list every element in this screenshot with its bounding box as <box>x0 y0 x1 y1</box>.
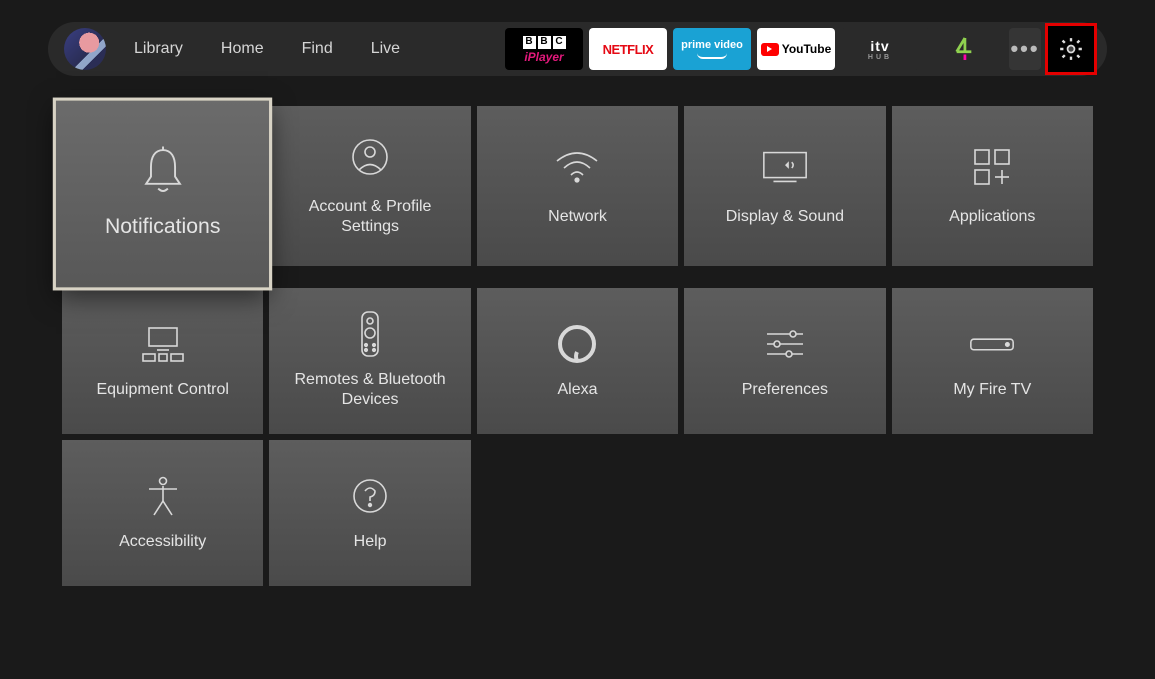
profile-avatar[interactable] <box>64 28 106 70</box>
app-prime-video[interactable]: prime video <box>673 28 751 70</box>
tile-label: Alexa <box>545 380 609 400</box>
nav-links: Library Home Find Live <box>134 40 400 58</box>
app-channel4[interactable] <box>925 28 1003 70</box>
tile-equipment-control[interactable]: Equipment Control <box>62 288 263 434</box>
tile-help[interactable]: Help <box>269 440 470 586</box>
tile-accessibility[interactable]: Accessibility <box>62 440 263 586</box>
app-shortcuts: BBC iPlayer NETFLIX prime video YouTube … <box>505 28 1041 70</box>
tile-my-fire-tv[interactable]: My Fire TV <box>892 288 1093 434</box>
apps-icon <box>967 145 1017 189</box>
accessibility-icon <box>138 474 188 518</box>
app-more-button[interactable]: ••• <box>1009 28 1041 70</box>
tile-preferences[interactable]: Preferences <box>684 288 885 434</box>
tile-label: My Fire TV <box>941 380 1043 400</box>
app-youtube[interactable]: YouTube <box>757 28 835 70</box>
top-nav-bar: Library Home Find Live BBC iPlayer NETFL… <box>48 22 1107 76</box>
app-bbc-iplayer[interactable]: BBC iPlayer <box>505 28 583 70</box>
tile-label: Equipment Control <box>84 380 241 400</box>
tile-display-sound[interactable]: Display & Sound <box>684 106 885 266</box>
nav-library[interactable]: Library <box>134 40 183 58</box>
tile-label: Accessibility <box>107 532 218 552</box>
bell-icon <box>136 148 189 195</box>
app-itv-hub[interactable]: itvHUB <box>841 28 919 70</box>
tile-remotes-bluetooth[interactable]: Remotes & Bluetooth Devices <box>269 288 470 434</box>
settings-grid: Notifications Account & Profile Settings… <box>62 106 1093 586</box>
tile-label: Applications <box>937 207 1047 227</box>
tile-alexa[interactable]: Alexa <box>477 288 678 434</box>
help-icon <box>345 474 395 518</box>
tile-label: Display & Sound <box>714 207 856 227</box>
equipment-icon <box>138 322 188 366</box>
nav-live[interactable]: Live <box>371 40 400 58</box>
tile-applications[interactable]: Applications <box>892 106 1093 266</box>
alexa-icon <box>552 322 602 366</box>
tile-label: Help <box>342 532 399 552</box>
wifi-icon <box>552 145 602 189</box>
nav-find[interactable]: Find <box>302 40 333 58</box>
tile-notifications[interactable]: Notifications <box>56 101 269 288</box>
settings-button[interactable] <box>1049 27 1093 71</box>
user-icon <box>345 135 395 179</box>
remote-icon <box>345 312 395 356</box>
app-netflix[interactable]: NETFLIX <box>589 28 667 70</box>
tile-label: Preferences <box>730 380 840 400</box>
device-icon <box>967 322 1017 366</box>
tile-network[interactable]: Network <box>477 106 678 266</box>
tile-label: Remotes & Bluetooth Devices <box>269 370 470 410</box>
sliders-icon <box>760 322 810 366</box>
tile-label: Network <box>536 207 619 227</box>
tile-account-profile[interactable]: Account & Profile Settings <box>269 106 470 266</box>
settings-button-highlight <box>1045 23 1097 75</box>
tv-sound-icon <box>760 145 810 189</box>
gear-icon <box>1058 36 1084 62</box>
tile-label: Notifications <box>92 214 233 241</box>
nav-home[interactable]: Home <box>221 40 264 58</box>
tile-label: Account & Profile Settings <box>269 197 470 237</box>
